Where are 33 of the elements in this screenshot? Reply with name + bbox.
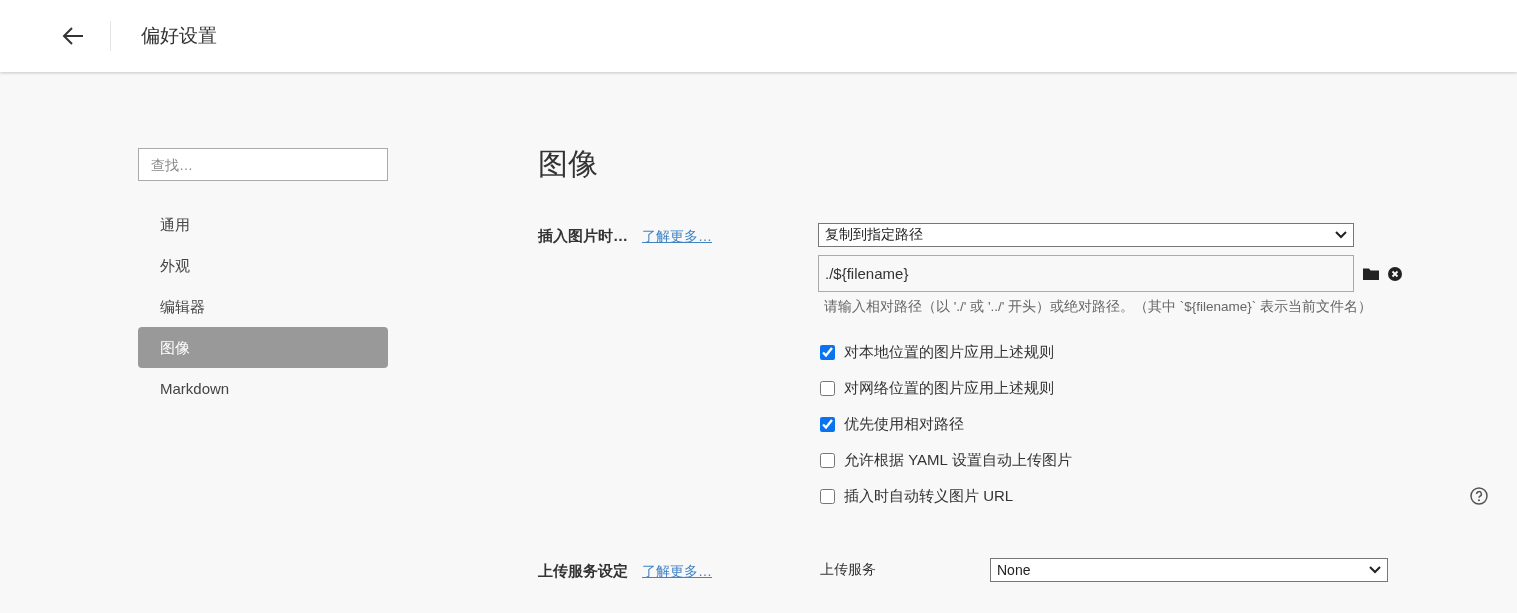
back-arrow-icon: [62, 27, 84, 45]
checkbox-label: 优先使用相对路径: [844, 414, 964, 434]
checkbox-label: 插入时自动转义图片 URL: [844, 486, 1014, 506]
page-title: 偏好设置: [141, 24, 217, 48]
checkbox[interactable]: [820, 488, 835, 504]
sidebar-item[interactable]: 外观: [138, 245, 388, 286]
checkbox-label: 允许根据 YAML 设置自动上传图片: [844, 450, 1072, 470]
section-title: 图像: [538, 146, 599, 182]
clear-icon[interactable]: [1388, 266, 1402, 281]
learn-more-link[interactable]: 了解更多…: [642, 228, 712, 246]
path-field[interactable]: ./${filename}: [818, 255, 1354, 292]
search-field[interactable]: 查找…: [138, 148, 388, 181]
help-icon[interactable]: [1470, 487, 1488, 505]
setting-label: 插入图片时…: [538, 227, 628, 246]
field-label: 上传服务: [819, 561, 877, 579]
checkbox[interactable]: [820, 452, 835, 468]
checkbox[interactable]: [820, 344, 835, 360]
dropdown[interactable]: None: [990, 558, 1388, 582]
learn-more-link[interactable]: 了解更多…: [642, 563, 712, 581]
setting-label: 上传服务设定: [538, 562, 628, 581]
sidebar-item[interactable]: 编辑器: [138, 286, 388, 327]
folder-icon[interactable]: [1363, 267, 1379, 280]
checkbox[interactable]: [820, 380, 835, 396]
sidebar-item[interactable]: Markdown: [138, 368, 388, 409]
caret-icon: [1369, 566, 1381, 574]
back-button[interactable]: [60, 25, 86, 47]
sidebar-item[interactable]: 通用: [138, 204, 388, 245]
checkbox-label: 对本地位置的图片应用上述规则: [844, 342, 1054, 362]
checkbox[interactable]: [820, 416, 835, 432]
checkbox-label: 对网络位置的图片应用上述规则: [844, 378, 1054, 398]
caret-icon: [1335, 231, 1347, 239]
hint-text: 请输入相对路径（以 './' 或 '../' 开头）或绝对路径。（其中 `${filename}` 表示当前文件名）: [824, 298, 1374, 316]
dropdown[interactable]: 复制到指定路径: [818, 223, 1354, 247]
